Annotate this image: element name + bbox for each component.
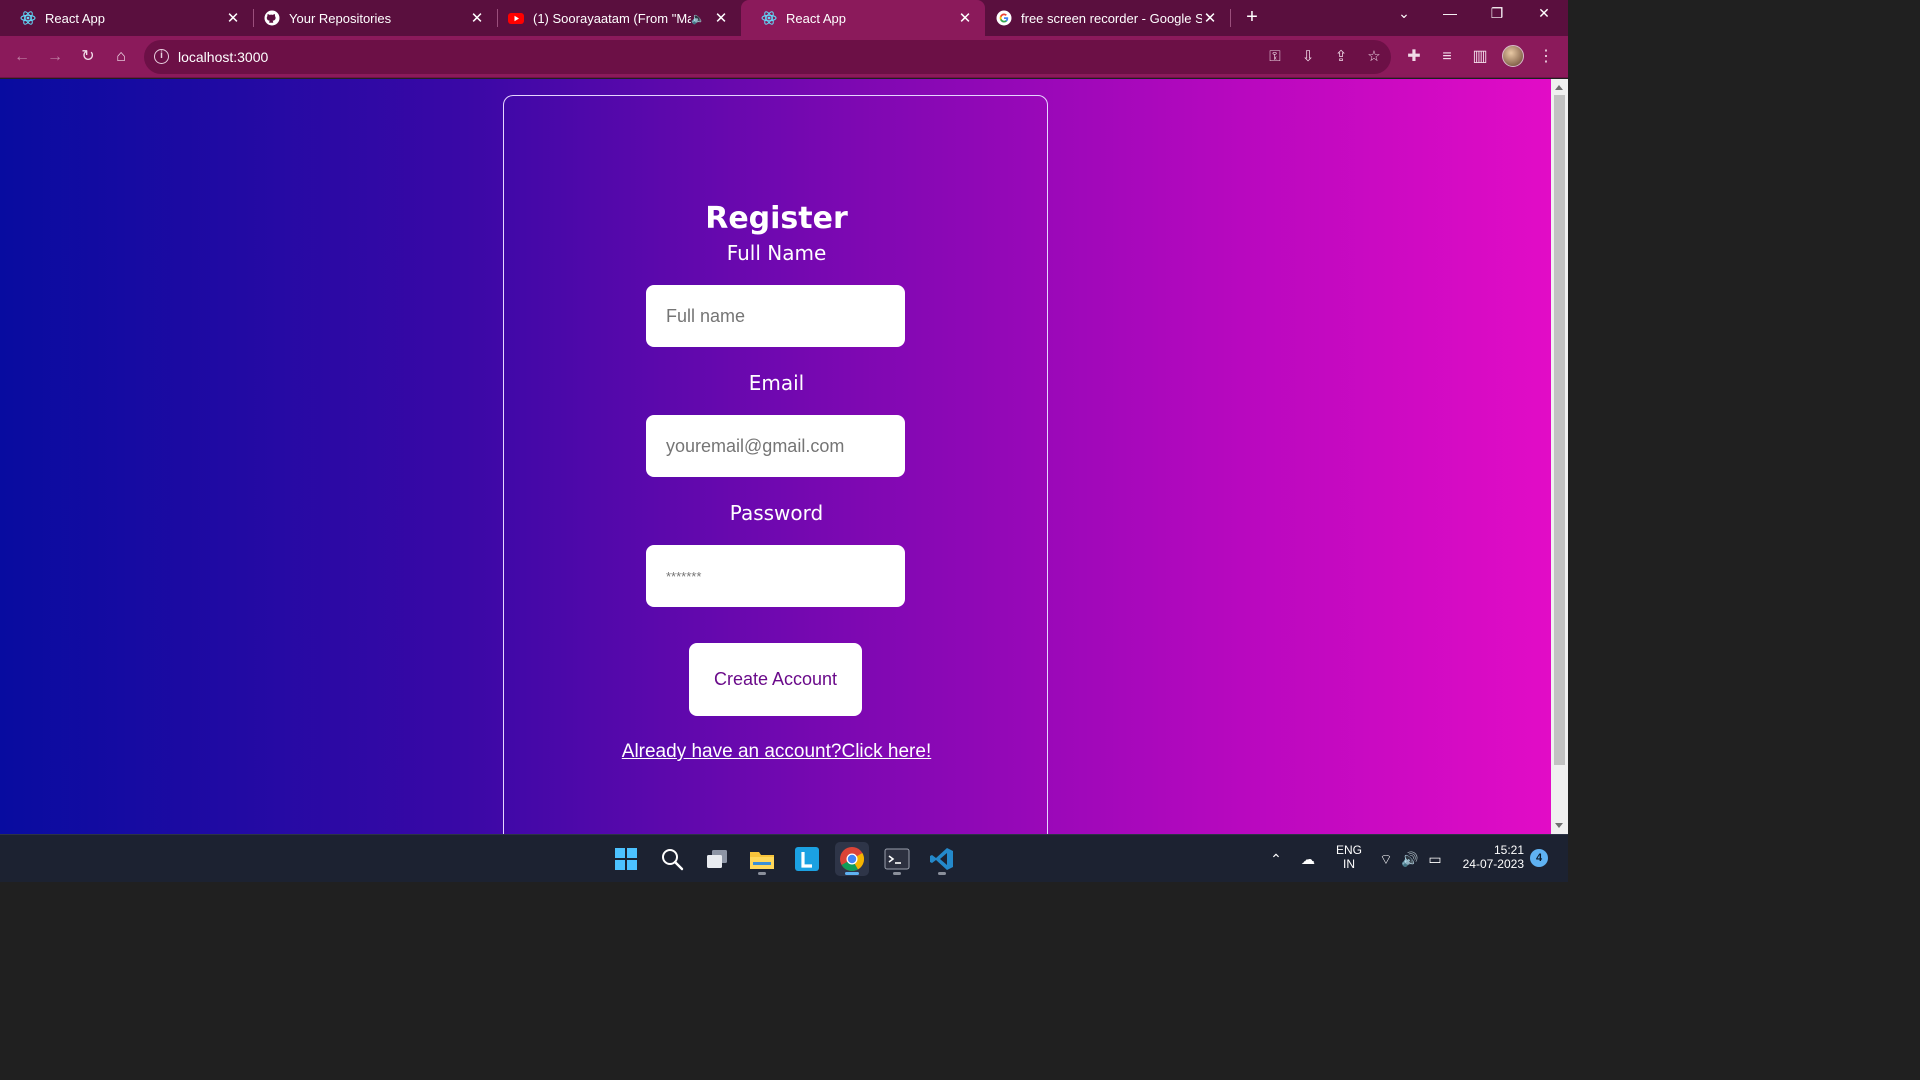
- extensions-puzzle-icon[interactable]: ✚: [1402, 45, 1426, 69]
- password-label: Password: [729, 501, 824, 525]
- profile-avatar[interactable]: [1502, 45, 1524, 67]
- back-arrow-icon[interactable]: ←: [10, 45, 34, 69]
- url-text[interactable]: localhost:3000: [178, 49, 268, 65]
- chrome-icon[interactable]: [835, 842, 869, 876]
- close-tab-icon[interactable]: ✕: [957, 9, 973, 27]
- clock-time: 15:21: [1493, 843, 1524, 857]
- tab-divider: [1230, 9, 1231, 27]
- close-tab-icon[interactable]: ✕: [225, 9, 241, 27]
- scroll-down-arrow-icon[interactable]: [1555, 823, 1563, 828]
- media-queue-icon[interactable]: ≡: [1435, 45, 1459, 69]
- fullname-input[interactable]: [646, 285, 905, 347]
- tab-react-app-active[interactable]: React App ✕: [741, 0, 985, 36]
- forward-arrow-icon[interactable]: →: [43, 45, 67, 69]
- scroll-up-arrow-icon[interactable]: [1555, 85, 1563, 90]
- file-explorer-icon[interactable]: [745, 842, 779, 876]
- tab-your-repositories[interactable]: Your Repositories ✕: [244, 0, 497, 36]
- react-icon: [20, 10, 36, 26]
- browser-tab-strip: React App ✕ Your Repositories ✕ (1) Soor…: [0, 0, 1568, 36]
- kebab-menu-icon[interactable]: ⋮: [1534, 45, 1558, 69]
- language-code: ENG: [1336, 843, 1363, 857]
- page-viewport: Register Full Name Email Password Create…: [0, 79, 1551, 834]
- tab-google-search[interactable]: free screen recorder - Google Se ✕: [985, 0, 1230, 36]
- react-icon: [761, 10, 777, 26]
- task-view-icon[interactable]: [700, 842, 734, 876]
- terminal-icon[interactable]: [880, 842, 914, 876]
- site-info-icon[interactable]: i: [154, 49, 169, 64]
- tab-title: (1) Soorayaatam (From "Mah: [533, 10, 692, 26]
- search-icon[interactable]: [655, 842, 689, 876]
- google-icon: [996, 10, 1012, 26]
- region-code: IN: [1343, 857, 1355, 871]
- windows-start-icon[interactable]: [609, 842, 643, 876]
- email-label: Email: [748, 371, 805, 395]
- restore-icon[interactable]: ❐: [1486, 5, 1508, 22]
- language-indicator[interactable]: ENG IN: [1336, 843, 1362, 871]
- address-bar[interactable]: i localhost:3000 ⚿ ⇩ ⇪ ☆: [144, 40, 1391, 74]
- login-link[interactable]: Already have an account?Click here!: [504, 741, 1049, 763]
- tab-title: React App: [45, 10, 105, 26]
- speaker-icon[interactable]: 🔈: [691, 12, 705, 25]
- close-tab-icon[interactable]: ✕: [1202, 9, 1218, 27]
- home-icon[interactable]: ⌂: [109, 45, 133, 69]
- scrollbar-thumb[interactable]: [1554, 95, 1565, 765]
- new-tab-button[interactable]: +: [1241, 6, 1263, 28]
- tab-title: Your Repositories: [289, 10, 392, 26]
- notification-badge[interactable]: 4: [1530, 849, 1548, 867]
- fullname-label: Full Name: [726, 241, 827, 265]
- windows-taskbar: ⌃ ☁ ENG IN ⌔ 🔊 ▭ 15:21 24-07-2023: [0, 834, 1568, 882]
- install-app-icon[interactable]: ⇩: [1298, 47, 1318, 67]
- side-panel-icon[interactable]: ▥: [1468, 45, 1492, 69]
- browser-toolbar: ← → ↻ ⌂ i localhost:3000 ⚿ ⇩ ⇪ ☆ ✚ ≡ ▥ ⋮: [0, 36, 1568, 78]
- page-scrollbar[interactable]: [1551, 79, 1568, 834]
- cloud-offline-icon[interactable]: ☁: [1298, 849, 1318, 869]
- close-tab-icon[interactable]: ✕: [713, 9, 729, 27]
- register-card: Register Full Name Email Password Create…: [503, 95, 1048, 834]
- tab-title: free screen recorder - Google Se: [1021, 10, 1202, 26]
- window-close-icon[interactable]: ✕: [1533, 5, 1555, 22]
- tab-search-chevron-icon[interactable]: ⌄: [1393, 5, 1415, 22]
- wifi-icon[interactable]: ⌔: [1376, 849, 1396, 869]
- tab-react-app-1[interactable]: React App ✕: [0, 0, 253, 36]
- running-indicator: [938, 872, 946, 875]
- github-icon: [264, 10, 280, 26]
- chevron-up-icon[interactable]: ⌃: [1266, 849, 1286, 869]
- create-account-button[interactable]: Create Account: [689, 643, 862, 716]
- volume-icon[interactable]: 🔊: [1400, 849, 1420, 869]
- vscode-icon[interactable]: [925, 842, 959, 876]
- share-icon[interactable]: ⇪: [1331, 47, 1351, 67]
- bookmark-star-icon[interactable]: ☆: [1364, 47, 1384, 67]
- tab-title: React App: [786, 10, 846, 26]
- running-indicator: [893, 872, 901, 875]
- page-title: Register: [705, 201, 848, 236]
- active-indicator: [845, 872, 859, 875]
- tab-youtube-soorayaatam[interactable]: (1) Soorayaatam (From "Mah 🔈 ✕: [488, 0, 741, 36]
- clock-date: 24-07-2023: [1462, 857, 1524, 871]
- l-app-icon[interactable]: [790, 842, 824, 876]
- clock[interactable]: 15:21 24-07-2023: [1460, 843, 1524, 871]
- minimize-icon[interactable]: —: [1439, 5, 1461, 21]
- battery-icon[interactable]: ▭: [1425, 849, 1445, 869]
- reload-icon[interactable]: ↻: [76, 45, 100, 69]
- youtube-icon: [508, 10, 524, 26]
- running-indicator: [758, 872, 766, 875]
- password-input[interactable]: [646, 545, 905, 607]
- email-input[interactable]: [646, 415, 905, 477]
- key-icon[interactable]: ⚿: [1265, 47, 1285, 67]
- close-tab-icon[interactable]: ✕: [469, 9, 485, 27]
